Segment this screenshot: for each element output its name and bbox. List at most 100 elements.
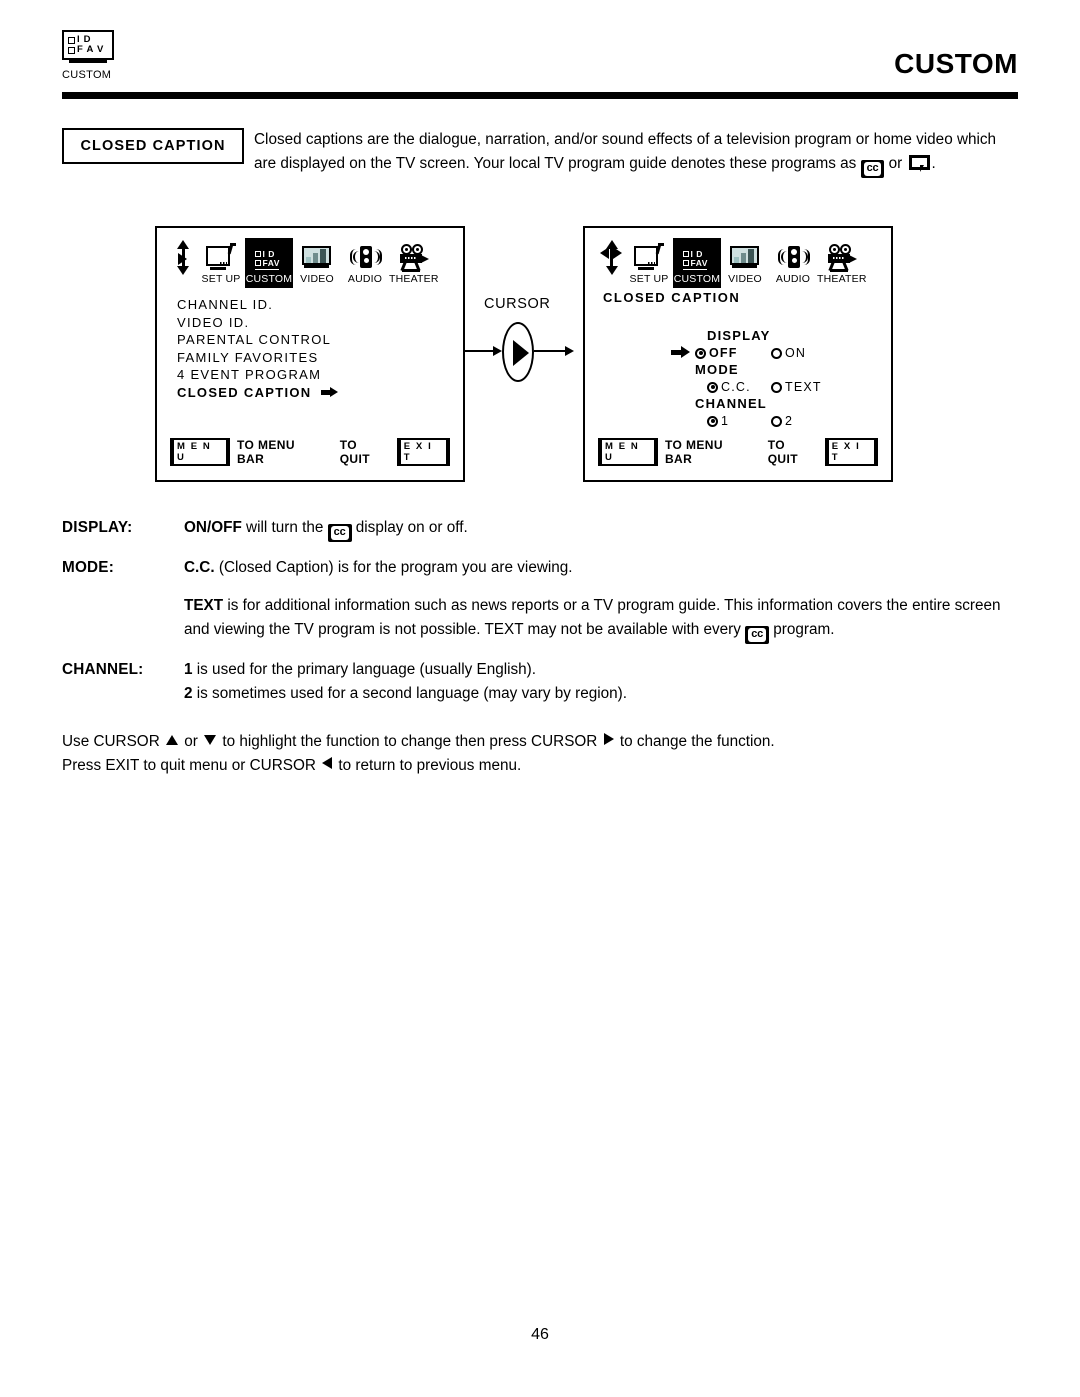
menu-item-audio-label: AUDIO <box>775 273 811 285</box>
text-mode-paragraph: TEXT is for additional information such … <box>184 594 1018 644</box>
list-item[interactable]: VIDEO ID. <box>177 314 339 332</box>
text-paragraph-lead: TEXT <box>184 597 224 614</box>
exit-key-hint: TO QUIT <box>339 438 370 466</box>
radio-option-channel-2[interactable]: 2 <box>771 413 793 429</box>
intro-text-part3: . <box>931 155 936 172</box>
channel-line-1: 1 is used for the primary language (usua… <box>184 658 1018 682</box>
menu-item-custom-label: CUSTOM <box>245 273 293 285</box>
cc-badge-text: cc <box>330 526 349 540</box>
cursor-right-arrow-icon <box>603 733 614 745</box>
usage-note-line-1: Use CURSOR or to highlight the function … <box>62 730 1018 754</box>
cc-badge-text: cc <box>863 162 882 176</box>
header-logo: I D F A V CUSTOM <box>62 30 136 81</box>
channel-2-lead: 2 <box>184 685 193 702</box>
setting-group-mode-title: MODE <box>695 362 739 377</box>
list-item[interactable]: 4 EVENT PROGRAM <box>177 366 339 384</box>
list-item[interactable]: CHANNEL ID. <box>177 296 339 314</box>
exit-key-button[interactable]: E X I T <box>824 438 879 466</box>
menu-item-audio[interactable]: AUDIO <box>341 238 389 288</box>
radio-option-mode-text[interactable]: TEXT <box>771 379 822 395</box>
osd-right-menu-bar: SET UP I D FAV CUSTOM VIDEO AUDIO THEATE… <box>600 238 866 288</box>
intro-block: CLOSED CAPTION Closed captions are the d… <box>62 128 1018 178</box>
list-item[interactable]: FAMILY FAVORITES <box>177 349 339 367</box>
menu-item-video[interactable]: VIDEO <box>293 238 341 288</box>
radio-option-display-off[interactable]: OFF <box>695 345 771 361</box>
definition-body: ON/OFF will turn the cc display on or of… <box>184 516 1018 542</box>
menu-item-custom[interactable]: I D FAV CUSTOM <box>245 238 293 288</box>
menu-item-video[interactable]: VIDEO <box>721 238 769 288</box>
usage-note-line-2: Press EXIT to quit menu or CURSOR to ret… <box>62 754 1018 778</box>
cursor-up-arrow-icon <box>166 735 178 745</box>
osd-screen-custom-menu: SET UP I D FAV CUSTOM VIDEO AUDIO THEATE… <box>155 226 465 482</box>
radio-option-mode-cc[interactable]: C.C. <box>707 379 771 395</box>
menu-item-audio[interactable]: AUDIO <box>769 238 817 288</box>
menu-item-theater[interactable]: THEATER <box>389 238 439 288</box>
usage-note: Use CURSOR or to highlight the function … <box>62 730 1018 778</box>
setting-group-channel-options: 1 2 <box>707 412 822 430</box>
radio-indicator-selected-icon <box>707 381 718 393</box>
setting-group-display-options: OFF ON <box>695 344 822 362</box>
cursor-connector: CURSOR <box>464 296 586 388</box>
menu-item-theater[interactable]: THEATER <box>817 238 866 288</box>
film-camera-icon <box>389 238 437 273</box>
usage-line2-b: to return to previous menu. <box>334 757 522 774</box>
film-camera-icon <box>817 238 865 273</box>
speech-bubble-icon <box>908 155 930 172</box>
definition-mode: MODE: C.C. (Closed Caption) is for the p… <box>62 556 1018 580</box>
intro-paragraph: Closed captions are the dialogue, narrat… <box>254 128 1018 178</box>
cursor-right-button-icon <box>502 322 534 382</box>
text-paragraph-part2: program. <box>769 621 835 638</box>
exit-key-button[interactable]: E X I T <box>396 438 451 466</box>
id-fav-icon: I D FAV <box>245 238 293 273</box>
osd-item-label: VIDEO ID. <box>177 314 250 330</box>
menu-item-setup-label: SET UP <box>629 273 669 285</box>
usage-line2-a: Press EXIT to quit menu or CURSOR <box>62 757 321 774</box>
osd-left-menu-bar: SET UP I D FAV CUSTOM VIDEO AUDIO THEATE… <box>175 238 439 288</box>
menu-key-hint: TO MENU BAR <box>236 438 295 466</box>
cursor-down-arrow-icon <box>204 735 217 745</box>
radio-indicator-empty-icon <box>771 381 782 393</box>
osd-left-footer: M E N U TO MENU BAR TO QUIT E X I T <box>170 438 451 466</box>
definition-term: MODE: <box>62 559 114 576</box>
radio-option-label: 1 <box>721 414 730 428</box>
header-divider <box>62 92 1018 99</box>
list-item[interactable]: PARENTAL CONTROL <box>177 331 339 349</box>
usage-line1-d: to change the function. <box>615 733 775 750</box>
menu-item-setup[interactable]: SET UP <box>197 238 245 288</box>
cursor-left-arrow-icon <box>322 757 333 769</box>
page-number: 46 <box>531 1326 549 1343</box>
menu-item-video-label: VIDEO <box>300 273 334 285</box>
radio-option-label: TEXT <box>785 380 822 394</box>
setting-group-mode-options: C.C. TEXT <box>707 378 822 396</box>
menu-key-button[interactable]: M E N U <box>598 438 658 466</box>
menu-item-setup[interactable]: SET UP <box>625 238 673 288</box>
closed-caption-settings: DISPLAY OFF ON MODE C.C. TEXT CHANNEL 1 … <box>671 328 822 430</box>
radio-option-label: 2 <box>785 414 794 428</box>
radio-option-label: ON <box>785 346 807 360</box>
connector-arrow-right-icon <box>534 346 576 356</box>
definition-term: DISPLAY: <box>62 519 133 536</box>
id-fav-logo-icon: I D F A V <box>62 30 114 63</box>
radio-indicator-empty-icon <box>771 347 782 359</box>
channel-line-2: 2 is sometimes used for a second languag… <box>184 682 1018 706</box>
list-item-closed-caption[interactable]: CLOSED CAPTION <box>177 384 339 402</box>
osd-item-label: CLOSED CAPTION <box>177 384 312 400</box>
custom-icon-id-text: I D <box>690 248 703 259</box>
channel-2-text: is sometimes used for a second language … <box>192 685 627 702</box>
menu-item-custom[interactable]: I D FAV CUSTOM <box>673 238 721 288</box>
radio-option-channel-1[interactable]: 1 <box>707 413 771 429</box>
custom-icon-id-text: I D <box>262 248 275 259</box>
menu-item-audio-label: AUDIO <box>347 273 383 285</box>
radio-indicator-empty-icon <box>771 415 782 427</box>
menu-key-button[interactable]: M E N U <box>170 438 230 466</box>
radio-indicator-selected-icon <box>707 415 718 427</box>
radio-option-display-on[interactable]: ON <box>771 345 806 361</box>
page-title: CUSTOM <box>894 48 1018 79</box>
menu-item-video-label: VIDEO <box>728 273 762 285</box>
menu-item-theater-label: THEATER <box>389 273 439 285</box>
nav-updown-right-arrows-icon <box>175 240 193 288</box>
definitions-list: DISPLAY: ON/OFF will turn the cc display… <box>62 516 1018 720</box>
intro-text-part2: or <box>884 155 907 172</box>
osd-item-label: CHANNEL ID. <box>177 297 274 312</box>
speaker-icon <box>769 238 817 273</box>
